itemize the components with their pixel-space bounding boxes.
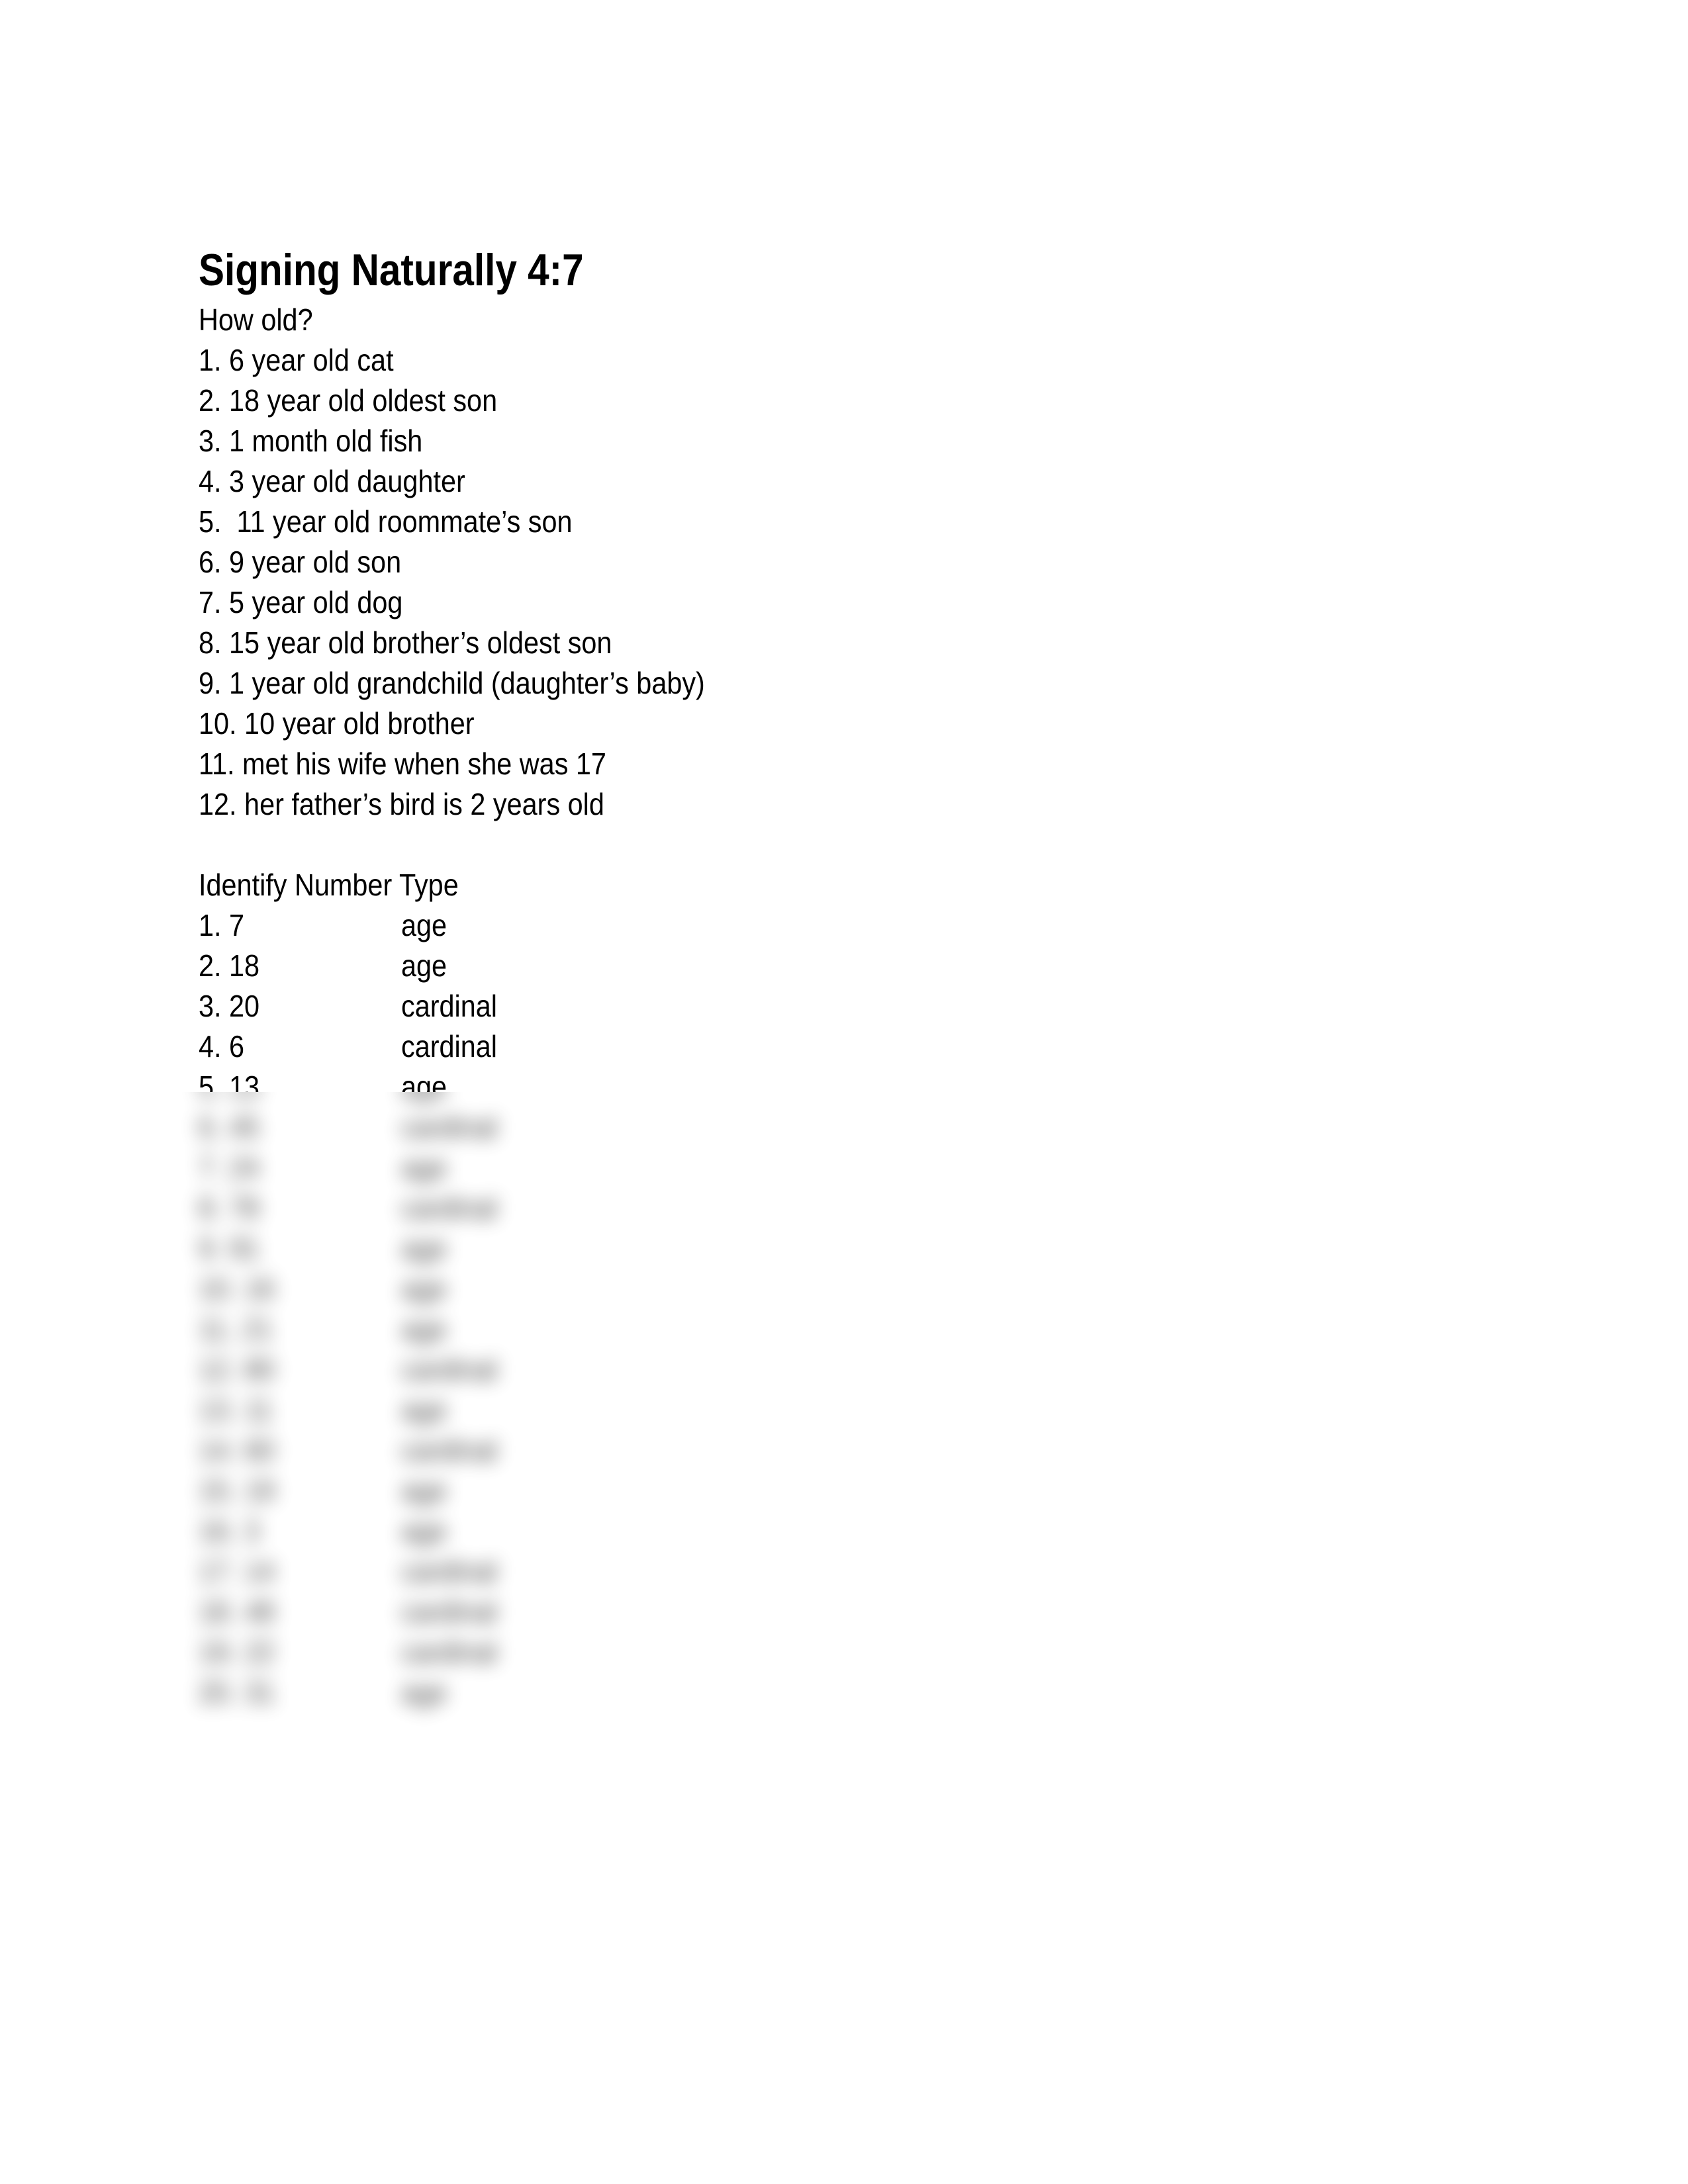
number-type-answer: age	[401, 1150, 447, 1185]
number-value: 5. 13	[199, 1069, 260, 1092]
number-value: 1. 7	[199, 908, 245, 942]
number-type-answer: cardinal	[401, 1635, 497, 1669]
list-item: 8. 15 year old brother’s oldest son	[199, 625, 612, 660]
list-item: 5. 11 year old roommate’s son	[199, 504, 573, 539]
number-type-answer: cardinal	[401, 1352, 497, 1387]
number-type-row: 13. 11 age	[0, 1390, 794, 1430]
number-type-row: 14. 60 cardinal	[0, 1430, 794, 1471]
number-type-answer: cardinal	[401, 1110, 497, 1144]
number-type-row: 19. 22 cardinal	[0, 1632, 794, 1672]
document-title: Signing Naturally 4:7	[199, 245, 584, 295]
number-type-answer: cardinal	[401, 1029, 497, 1064]
list-item: 10. 10 year old brother	[199, 706, 475, 741]
number-type-answer: age	[401, 1231, 447, 1265]
number-type-row: 17. 14 cardinal	[0, 1551, 794, 1592]
document-page: Signing Naturally 4:7 How old? 1. 6 year…	[0, 0, 1688, 2184]
number-type-row: 6. 45 cardinal	[0, 1107, 794, 1148]
number-type-answer: age	[401, 1473, 447, 1508]
blurred-answer-rows: 5. 13 age 6. 45 cardinal 7. 24 age 8. 78 cardin…	[0, 1092, 794, 1787]
number-type-answer: age	[401, 1675, 447, 1709]
number-value: 16. 3	[199, 1514, 260, 1548]
number-type-answer: cardinal	[401, 1554, 497, 1588]
number-type-row: 3. 20 cardinal	[0, 986, 794, 1026]
number-type-row: 12. 80 cardinal	[0, 1349, 794, 1390]
list-item: 9. 1 year old grandchild (daughter’s bab…	[199, 666, 705, 700]
list-item: 11. met his wife when she was 17	[199, 747, 606, 781]
number-value: 19. 22	[199, 1635, 275, 1669]
number-value: 2. 18	[199, 948, 260, 983]
number-type-row: 15. 19 age	[0, 1471, 794, 1511]
number-type-row: 5. 13 age	[0, 1067, 794, 1092]
number-type-row: 2. 18 age	[0, 946, 794, 986]
number-type-answer: cardinal	[401, 989, 497, 1023]
number-value: 12. 80	[199, 1352, 275, 1387]
number-value: 4. 6	[199, 1029, 245, 1064]
number-type-answer: age	[401, 948, 447, 983]
number-type-row: 11. 21 age	[0, 1309, 794, 1349]
number-type-answer: cardinal	[401, 1594, 497, 1629]
number-type-answer: age	[401, 1312, 447, 1346]
number-value: 18. 48	[199, 1594, 275, 1629]
number-type-answer: age	[401, 1392, 447, 1427]
list-item: 1. 6 year old cat	[199, 343, 394, 377]
number-type-answer: age	[401, 908, 447, 942]
list-item: 4. 3 year old daughter	[199, 464, 465, 498]
number-type-answer: cardinal	[401, 1191, 497, 1225]
number-value: 9. 91	[199, 1231, 260, 1265]
section-heading-number-type: Identify Number Type	[199, 868, 459, 902]
number-type-row: 5. 13 age	[0, 1092, 794, 1107]
section-heading-how-old: How old?	[199, 302, 313, 337]
number-value: 10. 16	[199, 1271, 275, 1306]
number-value: 11. 21	[199, 1312, 273, 1346]
number-type-row: 1. 7 age	[0, 905, 794, 946]
list-item: 12. her father’s bird is 2 years old	[199, 787, 604, 821]
number-type-row: 9. 91 age	[0, 1228, 794, 1269]
number-type-row: 7. 24 age	[0, 1148, 794, 1188]
number-type-row: 10. 16 age	[0, 1269, 794, 1309]
number-type-answer: age	[401, 1271, 447, 1306]
number-value: 6. 45	[199, 1110, 260, 1144]
number-value: 8. 78	[199, 1191, 260, 1225]
number-value: 20. 31	[199, 1675, 275, 1709]
number-type-row: 16. 3 age	[0, 1511, 794, 1551]
list-item: 3. 1 month old fish	[199, 424, 423, 458]
number-type-answer: age	[401, 1514, 447, 1548]
list-item: 2. 18 year old oldest son	[199, 383, 498, 418]
number-type-row: 18. 48 cardinal	[0, 1592, 794, 1632]
number-type-row: 20. 31 age	[0, 1672, 794, 1713]
number-type-answer: age	[401, 1069, 447, 1092]
visible-content: Signing Naturally 4:7 How old? 1. 6 year…	[0, 0, 794, 1092]
list-item: 7. 5 year old dog	[199, 585, 403, 619]
number-type-row: 4. 6 cardinal	[0, 1026, 794, 1067]
number-value: 5. 13	[199, 1092, 259, 1107]
blurred-answers: 5. 13 age 6. 45 cardinal 7. 24 age 8. 78 cardin…	[0, 1092, 794, 1787]
number-value: 13. 11	[199, 1392, 273, 1427]
number-type-row: 8. 78 cardinal	[0, 1188, 794, 1228]
number-value: 3. 20	[199, 989, 260, 1023]
list-item: 6. 9 year old son	[199, 545, 402, 579]
number-type-answer: age	[401, 1092, 447, 1107]
number-value: 15. 19	[199, 1473, 275, 1508]
number-value: 7. 24	[199, 1150, 260, 1185]
number-value: 17. 14	[199, 1554, 275, 1588]
number-type-answer: cardinal	[401, 1433, 497, 1467]
number-value: 14. 60	[199, 1433, 275, 1467]
